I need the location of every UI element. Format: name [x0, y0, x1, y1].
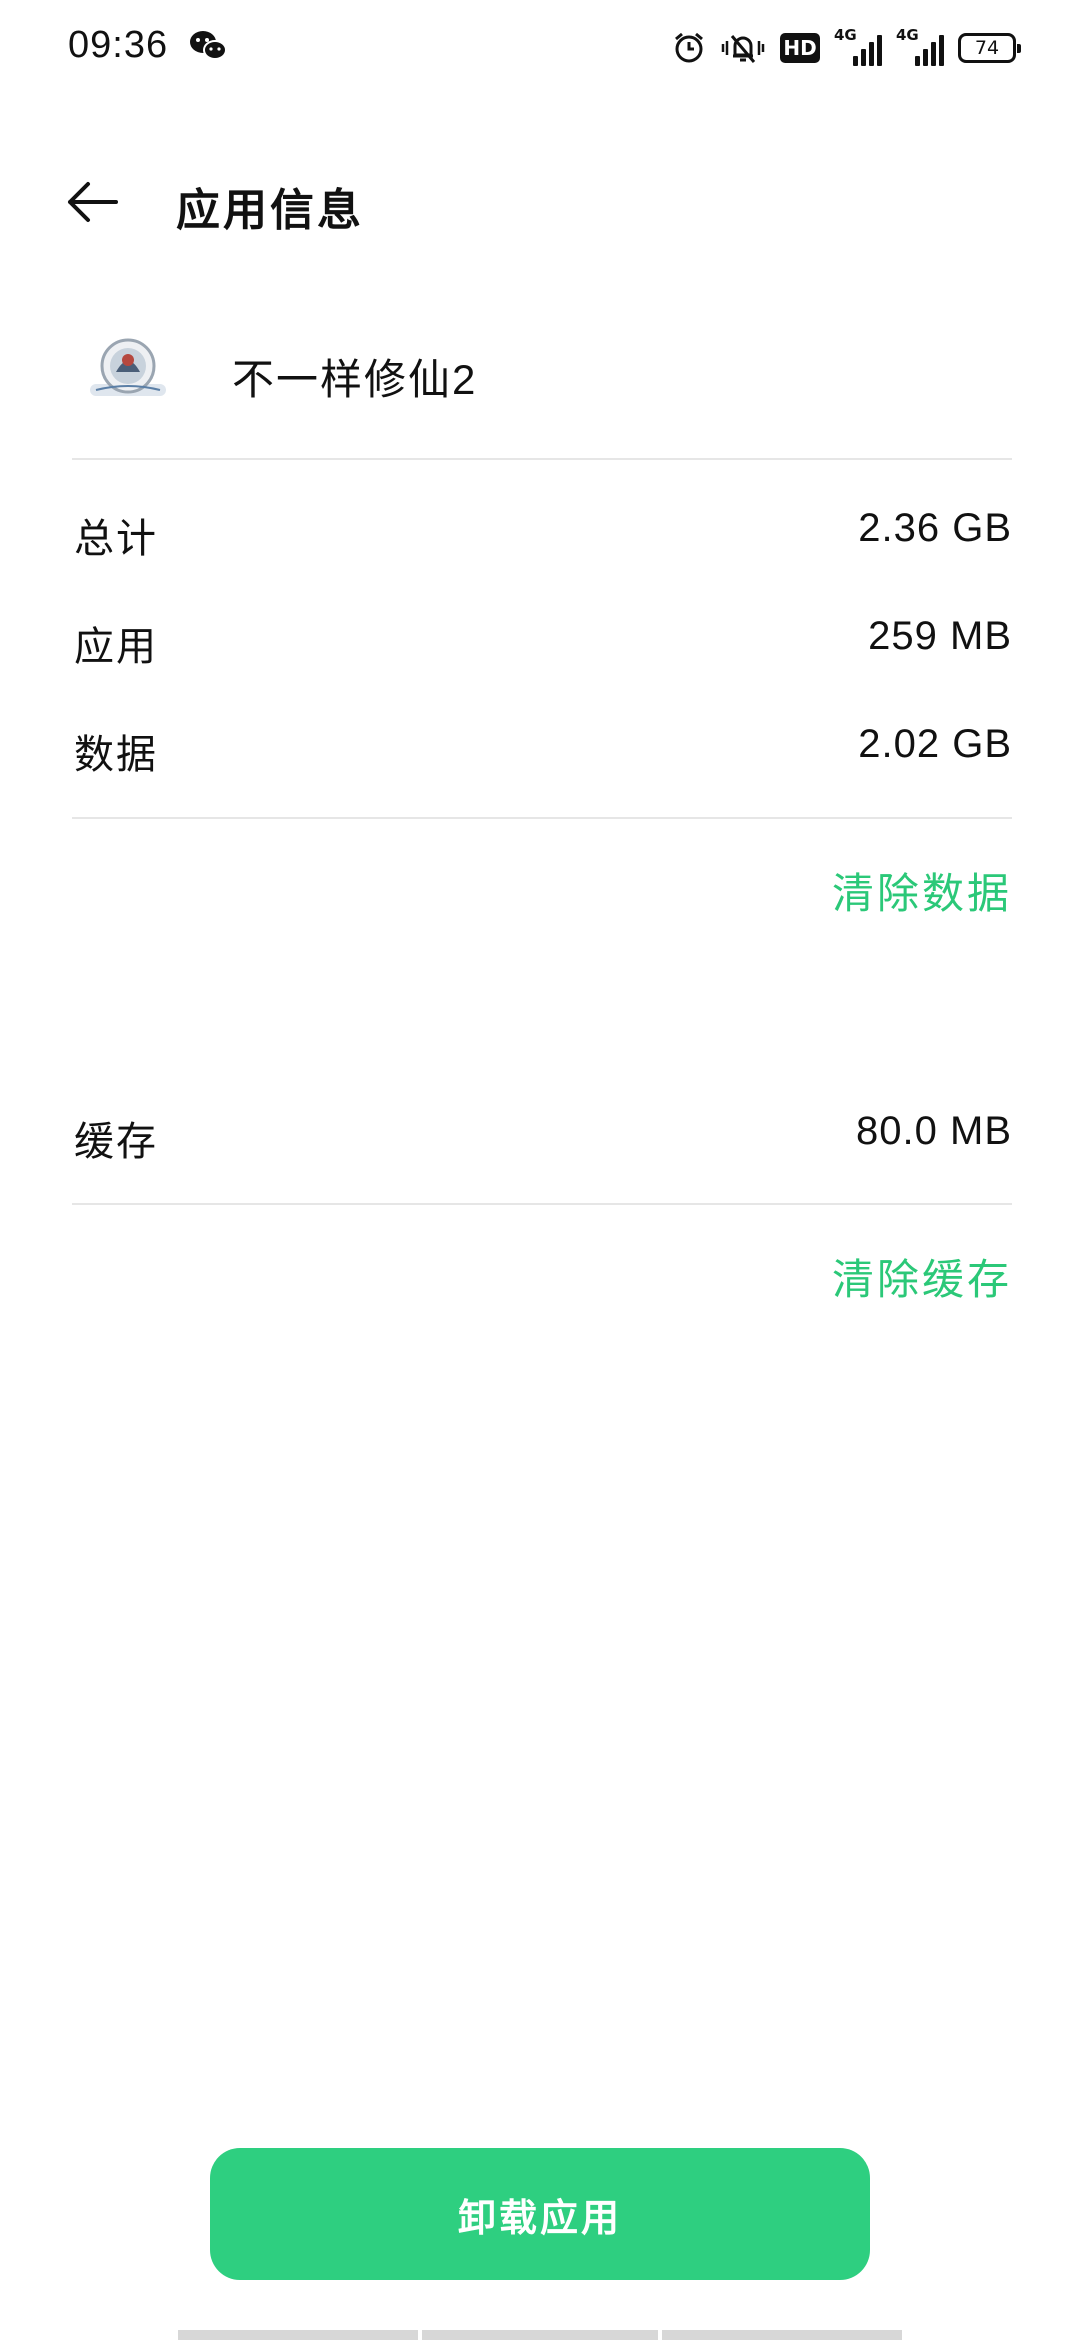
app-icon: [90, 338, 166, 396]
storage-label: 数据: [74, 733, 158, 777]
app-name: 不一样修仙2: [232, 356, 478, 403]
navigation-hint-bar[interactable]: [662, 2330, 902, 2340]
battery-icon: 74: [958, 33, 1021, 63]
cache-label: 缓存: [74, 1120, 158, 1164]
header: 应用信息: [0, 140, 1080, 260]
storage-row-app: 应用 259 MB: [72, 604, 1012, 674]
divider: [72, 817, 1012, 819]
storage-value: 2.36 GB: [858, 506, 1012, 550]
hd-icon: HD: [780, 33, 820, 63]
storage-label: 应用: [74, 625, 158, 669]
clear-cache-button[interactable]: 清除缓存: [832, 1246, 1012, 1307]
storage-label: 总计: [74, 517, 158, 561]
uninstall-button[interactable]: 卸载应用: [210, 2148, 870, 2280]
signal-icon: 4G: [896, 26, 944, 66]
cache-row: 缓存 80.0 MB: [72, 1099, 1012, 1169]
page-title: 应用信息: [176, 186, 364, 235]
battery-level: 74: [974, 37, 1000, 59]
divider: [72, 1203, 1012, 1205]
signal-icon: 4G: [834, 26, 882, 66]
status-time: 09:36: [68, 24, 169, 66]
app-row: 不一样修仙2: [72, 318, 1012, 428]
status-bar: 09:36 HD 4G 4G 74: [0, 0, 1080, 96]
clear-data-button[interactable]: 清除数据: [832, 860, 1012, 921]
storage-row-total: 总计 2.36 GB: [72, 496, 1012, 566]
status-icons: HD 4G 4G 74: [672, 26, 1021, 68]
storage-row-data: 数据 2.02 GB: [72, 712, 1012, 782]
divider: [72, 458, 1012, 460]
storage-value: 2.02 GB: [858, 722, 1012, 766]
navigation-hint-bar[interactable]: [178, 2330, 418, 2340]
wechat-icon: [190, 31, 227, 60]
silent-bell-icon: [721, 35, 765, 63]
navigation-hint-bar[interactable]: [422, 2330, 658, 2340]
alarm-icon: [675, 32, 703, 63]
back-button[interactable]: [60, 170, 124, 234]
storage-value: 259 MB: [868, 614, 1012, 658]
cache-value: 80.0 MB: [856, 1109, 1012, 1153]
